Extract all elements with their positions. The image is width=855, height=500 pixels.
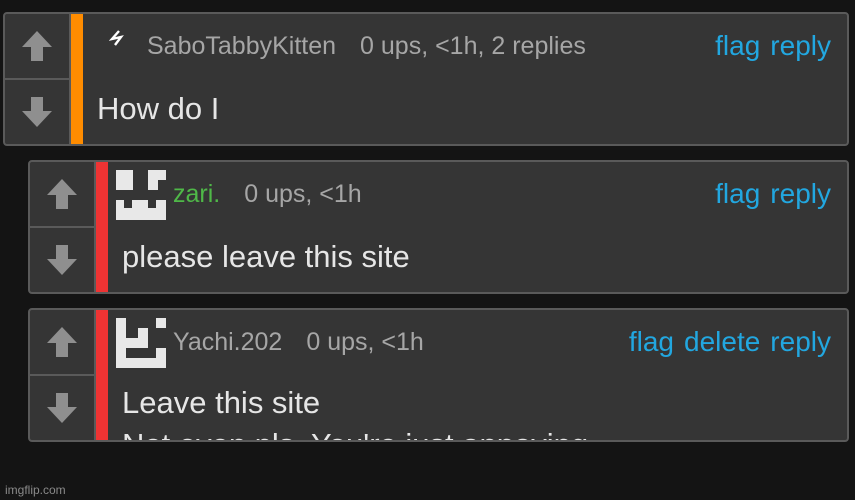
reply-link[interactable]: reply [770,178,831,210]
thread-stripe [71,14,83,144]
downvote-button[interactable] [5,78,69,144]
comment-text-line: Not even pls. You're just annoying [122,426,588,440]
arrow-up-icon [47,327,77,357]
upvote-button[interactable] [5,14,69,78]
comment: Yachi.202 0 ups, <1h flag delete reply L… [28,308,849,442]
pixel-avatar [116,170,166,220]
upvote-button[interactable] [30,310,94,374]
lightning-icon [109,30,124,46]
flag-link[interactable]: flag [629,326,674,358]
comment-stats: 0 ups, <1h, 2 replies [360,31,586,60]
username[interactable]: zari. [173,180,220,209]
arrow-down-icon [47,245,77,275]
comment: SaboTabbyKitten 0 ups, <1h, 2 replies fl… [3,12,849,146]
reply-link[interactable]: reply [770,326,831,358]
vote-controls [5,14,71,144]
arrow-up-icon [22,31,52,61]
reply-link[interactable]: reply [770,30,831,62]
comment-actions: flag delete reply [629,310,831,374]
flag-link[interactable]: flag [715,30,760,62]
arrow-up-icon [47,179,77,209]
thread-stripe [96,310,108,440]
comment-stats: 0 ups, <1h [306,327,424,356]
delete-link[interactable]: delete [684,326,760,358]
comment: zari. 0 ups, <1h flag reply please leave… [28,160,849,294]
comment-actions: flag reply [715,14,831,78]
downvote-button[interactable] [30,374,94,440]
comment-actions: flag reply [715,162,831,226]
thread-stripe [96,162,108,292]
pixel-avatar [116,318,166,368]
comment-text: please leave this site [122,239,410,274]
vote-controls [30,310,96,440]
comment-stats: 0 ups, <1h [244,179,362,208]
upvote-button[interactable] [30,162,94,226]
watermark: imgflip.com [5,483,66,497]
flag-link[interactable]: flag [715,178,760,210]
username[interactable]: Yachi.202 [173,328,282,357]
arrow-down-icon [47,393,77,423]
vote-controls [30,162,96,292]
username[interactable]: SaboTabbyKitten [147,32,336,61]
comment-text-line: Leave this site [122,385,321,420]
comment-text: How do I [97,91,220,126]
arrow-down-icon [22,97,52,127]
downvote-button[interactable] [30,226,94,292]
